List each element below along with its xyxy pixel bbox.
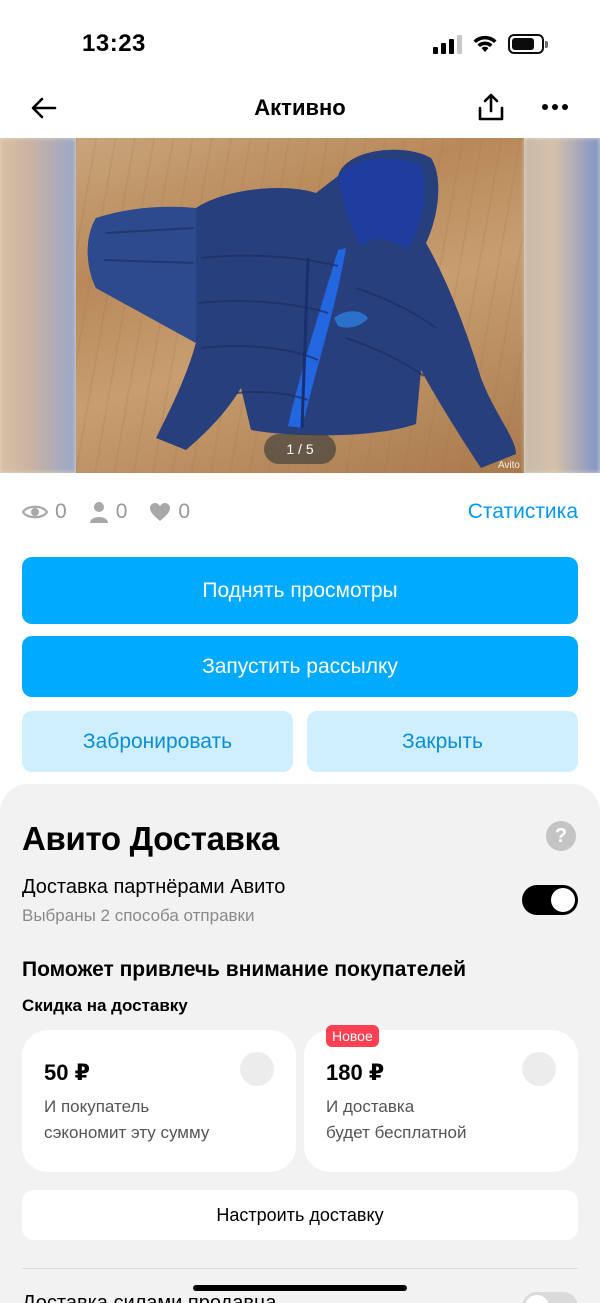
seller-delivery-label: Доставка силами продавца <box>22 1292 277 1303</box>
share-button[interactable] <box>474 90 508 124</box>
discount-option-180[interactable]: 180 ₽ И доставка будет бесплатной <box>304 1030 578 1172</box>
option-radio[interactable] <box>240 1052 274 1086</box>
heart-icon <box>150 503 171 521</box>
discount-subheading: Скидка на доставку <box>22 996 188 1015</box>
option-price: 50 ₽ <box>44 1060 90 1085</box>
listing-photo[interactable]: Avito <box>76 138 524 473</box>
setup-delivery-button[interactable]: Настроить доставку <box>22 1190 578 1240</box>
contacts-count: 0 <box>115 500 128 523</box>
option-line-1: И покупатель <box>44 1097 150 1116</box>
option-line-1: И доставка <box>326 1097 415 1116</box>
wifi-icon <box>473 35 497 52</box>
divider <box>22 1268 578 1269</box>
avito-watermark: Avito <box>497 460 520 471</box>
status-bar: 13:23 <box>0 0 600 80</box>
seller-delivery-toggle[interactable] <box>522 1292 578 1303</box>
nav-bar: Активно <box>0 82 600 132</box>
option-radio[interactable] <box>522 1052 556 1086</box>
option-description: И доставка будет бесплатной <box>326 1094 546 1146</box>
views-stat: 0 <box>22 500 67 524</box>
toggle-knob <box>551 888 575 912</box>
statistics-link[interactable]: Статистика <box>468 500 578 524</box>
eye-icon <box>22 505 48 519</box>
partner-delivery-subtitle: Выбраны 2 способа отправки <box>22 906 255 925</box>
raise-views-button[interactable]: Поднять просмотры <box>22 557 578 624</box>
help-icon[interactable]: ? <box>546 821 576 851</box>
option-line-2: будет бесплатной <box>326 1123 467 1142</box>
toggle-knob <box>525 1295 549 1303</box>
favorites-count: 0 <box>178 500 191 523</box>
start-mailing-button[interactable]: Запустить рассылку <box>22 636 578 697</box>
home-indicator <box>193 1285 407 1291</box>
photo-gallery[interactable]: Avito <box>0 138 600 473</box>
discount-option-50[interactable]: 50 ₽ И покупатель сэкономит эту сумму <box>22 1030 296 1172</box>
status-time: 13:23 <box>82 30 146 57</box>
share-icon <box>478 93 504 121</box>
more-button[interactable] <box>540 90 570 124</box>
partner-delivery-label: Доставка партнёрами Авито <box>22 876 286 898</box>
option-description: И покупатель сэкономит эту сумму <box>44 1094 264 1146</box>
page-title: Активно <box>254 95 346 120</box>
contacts-stat: 0 <box>89 500 128 524</box>
option-line-2: сэкономит эту сумму <box>44 1123 210 1142</box>
partner-delivery-toggle[interactable] <box>522 885 578 915</box>
delivery-section: Авито Доставка ? Доставка партнёрами Ави… <box>0 784 600 1303</box>
jacket-image <box>87 149 516 468</box>
new-badge: Новое <box>326 1025 379 1047</box>
close-listing-button[interactable]: Закрыть <box>307 711 578 772</box>
attention-heading: Поможет привлечь внимание покупателей <box>22 958 467 981</box>
more-dots-icon <box>542 104 568 110</box>
cellular-signal-icon <box>433 34 462 54</box>
status-icons <box>433 32 548 56</box>
stats-row: 0 0 0 Статистика <box>22 496 578 528</box>
delivery-title: Авито Доставка <box>22 820 279 857</box>
battery-icon <box>508 34 548 54</box>
next-photo-preview[interactable] <box>524 138 600 473</box>
option-price: 180 ₽ <box>326 1060 385 1085</box>
person-icon <box>89 502 108 523</box>
photo-counter: 1 / 5 <box>264 434 336 464</box>
previous-photo-preview[interactable] <box>0 138 76 473</box>
views-count: 0 <box>55 500 67 523</box>
reserve-button[interactable]: Забронировать <box>22 711 293 772</box>
favorites-stat: 0 <box>149 500 190 524</box>
